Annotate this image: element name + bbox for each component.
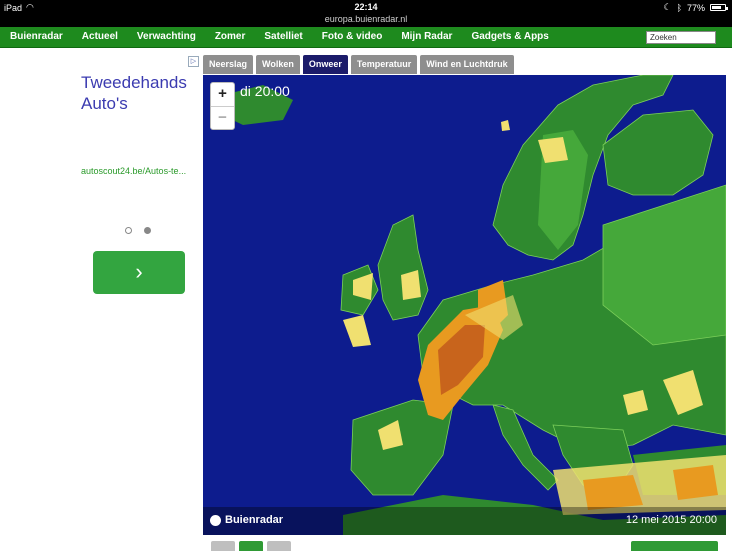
- bluetooth-icon: ᛒ: [676, 2, 682, 13]
- ad-pager-dot[interactable]: [125, 227, 132, 234]
- zoom-control: + −: [210, 82, 235, 130]
- battery-percent: 77%: [686, 2, 705, 13]
- nav-item-gadgets-apps[interactable]: Gadgets & Apps: [471, 31, 548, 42]
- fast-forward-button[interactable]: [267, 541, 291, 551]
- status-right: ☾ ᛒ 77%: [663, 2, 728, 13]
- nav-item-verwachting[interactable]: Verwachting: [137, 31, 196, 42]
- map-footer: Buienradar 12 mei 2015 20:00: [203, 507, 726, 535]
- nav-item-mijn-radar[interactable]: Mijn Radar: [401, 31, 452, 42]
- play-button[interactable]: [239, 541, 263, 551]
- tab-neerslag[interactable]: Neerslag: [203, 55, 254, 74]
- nav-item-buienradar[interactable]: Buienradar: [10, 31, 63, 42]
- map-time-label: di 20:00: [240, 83, 290, 99]
- map-tabs: Neerslag Wolken Onweer Temperatuur Wind …: [203, 55, 517, 74]
- buienradar-logo: Buienradar: [210, 514, 283, 526]
- nav-item-satelliet[interactable]: Satelliet: [264, 31, 302, 42]
- zoom-out-button[interactable]: −: [211, 106, 234, 129]
- chevron-right-icon: ›: [135, 259, 143, 284]
- ad-pager-dot-active[interactable]: [144, 227, 151, 234]
- europe-map-graphic: [218, 75, 726, 535]
- ad-title[interactable]: Tweedehands Auto's: [81, 72, 201, 114]
- rewind-button[interactable]: [211, 541, 235, 551]
- tab-temperatuur[interactable]: Temperatuur: [350, 55, 418, 74]
- site-nav: Buienradar Actueel Verwachting Zomer Sat…: [0, 27, 732, 48]
- map-timestamp: 12 mei 2015 20:00: [625, 514, 717, 526]
- tab-wolken[interactable]: Wolken: [256, 55, 300, 74]
- nav-item-actueel[interactable]: Actueel: [82, 31, 118, 42]
- nav-item-zomer[interactable]: Zomer: [215, 31, 246, 42]
- status-bar: iPad ◠ 22:14 ☾ ᛒ 77%: [0, 0, 732, 14]
- ad-url[interactable]: autoscout24.be/Autos-te...: [81, 166, 201, 176]
- radar-map[interactable]: + − di 20:00 Buienradar 12 mei 2015 20:0…: [203, 75, 726, 535]
- ad-pager: [125, 227, 151, 234]
- tab-onweer[interactable]: Onweer: [302, 55, 348, 74]
- green-action-button[interactable]: [631, 541, 718, 551]
- moon-icon: ☾: [663, 2, 672, 12]
- ad-panel: ▷ Tweedehands Auto's autoscout24.be/Auto…: [70, 54, 200, 304]
- buienradar-logo-icon: [210, 514, 221, 526]
- zoom-in-button[interactable]: +: [211, 83, 234, 106]
- playback-controls: [211, 541, 291, 551]
- ad-choices-icon[interactable]: ▷: [188, 56, 199, 67]
- tab-wind-luchtdruk[interactable]: Wind en Luchtdruk: [420, 55, 514, 74]
- battery-icon: [710, 4, 728, 11]
- nav-item-foto-video[interactable]: Foto & video: [322, 31, 383, 42]
- search-input[interactable]: Zoeken: [646, 31, 716, 44]
- brand-label: Buienradar: [225, 514, 284, 526]
- url-bar[interactable]: europa.buienradar.nl: [0, 14, 732, 27]
- clock: 22:14: [354, 2, 378, 12]
- ad-next-button[interactable]: ›: [93, 251, 185, 294]
